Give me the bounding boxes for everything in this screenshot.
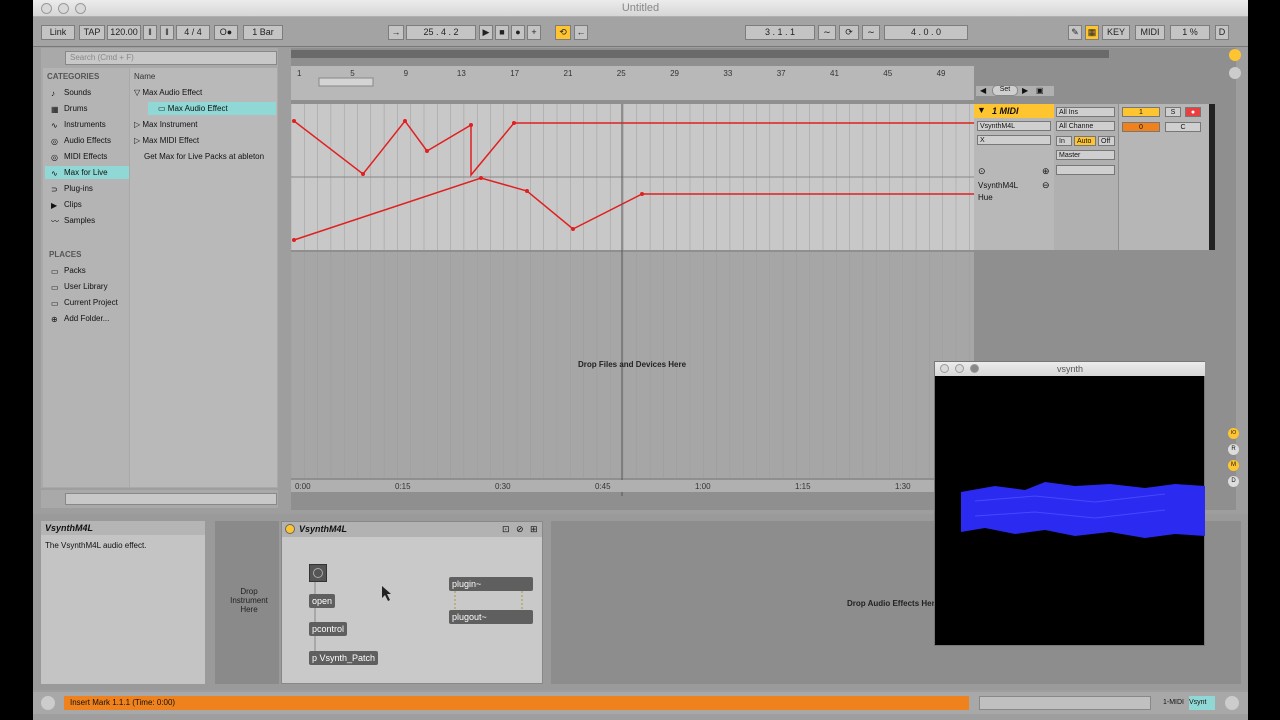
time-label: 0:15 [395,482,411,491]
time-ruler[interactable] [291,480,974,492]
vsynth-minimize-icon[interactable] [955,364,964,373]
monitor-auto-button[interactable]: Auto [1074,136,1096,146]
add-lane-icon[interactable]: ⊕ [1042,166,1050,177]
track-io: All Ins All Channe In Auto Off Master [1054,104,1118,250]
breakpoint[interactable] [292,238,296,242]
status-message: Insert Mark 1.1.1 (Time: 0:00) [64,696,969,710]
status-field [979,696,1151,710]
bar-number: 5 [350,69,355,78]
vsynth-zoom-icon[interactable] [970,364,979,373]
time-label: 1:30 [895,482,911,491]
vsynth-title: vsynth [1056,364,1083,374]
breakpoint[interactable] [403,119,407,123]
bar-number: 37 [777,69,786,78]
bar-number: 17 [510,69,519,78]
mixer-toggle-icon[interactable]: M [1228,460,1239,471]
bar-number: 29 [670,69,679,78]
instrument-drop-zone[interactable]: Drop Instrument Here [215,521,279,684]
bar-number: 49 [937,69,946,78]
info-text: The VsynthM4L audio effect. [45,541,147,550]
breakpoint[interactable] [571,227,575,231]
bar-number: 45 [883,69,892,78]
drop-files-hint: Drop Files and Devices Here [578,360,687,369]
returns-toggle-icon[interactable]: R [1228,444,1239,455]
prev-locator-icon[interactable]: ◀ [980,86,986,95]
vsynth-close-icon[interactable] [940,364,949,373]
selected-track-label: 1-MIDI [1163,699,1184,706]
midi-channel-select[interactable]: All Channe [1056,121,1115,131]
track-title-bar[interactable]: ▼ 1 MIDI [974,104,1054,118]
track-header: ▼ 1 MIDI VsynthM4L X ⊙ ⊕ VsynthM4L ⊖ Hue [974,104,1054,250]
info-toggle-icon[interactable] [41,696,55,710]
delay-toggle-icon[interactable]: D [1228,476,1239,487]
vsynth-title-bar[interactable]: vsynth [935,362,1205,376]
remove-lane-icon[interactable]: ⊖ [1042,180,1050,191]
m4l-device: VsynthM4L ⊡ ⊘ ⊞ open pcontrol p Vsynth_P… [281,521,543,684]
detail-toggle-icon[interactable] [1225,696,1239,710]
status-bar: Insert Mark 1.1.1 (Time: 0:00) 1-MIDI Vs… [33,692,1248,714]
selected-device-label: Vsynt [1189,696,1215,710]
bar-number: 13 [457,69,466,78]
breakpoint[interactable] [469,123,473,127]
vsynth-blue-mesh [961,482,1205,538]
lane-device-name: VsynthM4L [978,181,1019,190]
mouse-cursor-icon [382,586,391,601]
device-chooser[interactable]: VsynthM4L [977,121,1051,131]
fold-track-icon[interactable]: ▼ [977,105,986,115]
lane-toggle-icon[interactable]: ⊙ [978,166,986,177]
breakpoint[interactable] [292,119,296,123]
set-locator-button[interactable]: Set [992,85,1018,96]
loop-brace[interactable] [318,77,374,87]
monitor-off-button[interactable]: Off [1098,136,1115,146]
bar-number: 9 [404,69,409,78]
bar-number: 25 [617,69,626,78]
patch-cords [314,582,523,651]
midi-from-select[interactable]: All Ins [1056,107,1115,117]
bar-number: 21 [564,69,573,78]
track-name[interactable]: 1 MIDI [992,106,1019,116]
io-toggle-icon[interactable]: IO [1228,428,1239,439]
track-meter [1209,104,1215,250]
record-arm-button[interactable]: ● [1185,107,1201,117]
breakpoint[interactable] [361,172,365,176]
beat-ruler[interactable] [291,66,974,100]
drop-audio-hint: Drop Audio Effects Here [847,599,940,608]
bar-number: 1 [297,69,302,78]
parameter-chooser[interactable]: X [977,135,1051,145]
track-mixer: 1 S ● 0 C [1119,104,1215,250]
arrangement-view-icon[interactable] [1229,49,1241,61]
session-view-icon[interactable] [1229,67,1241,79]
breakpoint[interactable] [479,176,483,180]
bar-number: 33 [723,69,732,78]
pan-field[interactable]: C [1165,122,1201,132]
time-label: 0:00 [295,482,311,491]
output-select[interactable]: Master [1056,150,1115,160]
time-label: 1:15 [795,482,811,491]
time-label: 1:00 [695,482,711,491]
fold-icon[interactable]: ▣ [1036,86,1044,95]
set-bar: ◀ Set ▶ ▣ [976,85,1054,96]
vsynth-window: vsynth [934,361,1205,646]
solo-button[interactable]: S [1165,107,1181,117]
next-locator-icon[interactable]: ▶ [1022,86,1028,95]
drop-instrument-hint: Drop Instrument Here [230,587,268,614]
lane-parameter-name: Hue [978,193,993,202]
monitor-in-button[interactable]: In [1056,136,1072,146]
time-label: 0:30 [495,482,511,491]
time-label: 0:45 [595,482,611,491]
breakpoint[interactable] [525,189,529,193]
breakpoint[interactable] [640,192,644,196]
breakpoint[interactable] [512,121,516,125]
volume-field[interactable]: 0 [1122,122,1160,132]
info-view: VsynthM4L The VsynthM4L audio effect. [41,521,205,684]
vsynth-canvas [961,482,1205,538]
track-activator[interactable]: 1 [1122,107,1160,117]
output-sub-select[interactable] [1056,165,1115,175]
info-title: VsynthM4L [41,521,205,535]
bar-number: 41 [830,69,839,78]
breakpoint[interactable] [425,149,429,153]
